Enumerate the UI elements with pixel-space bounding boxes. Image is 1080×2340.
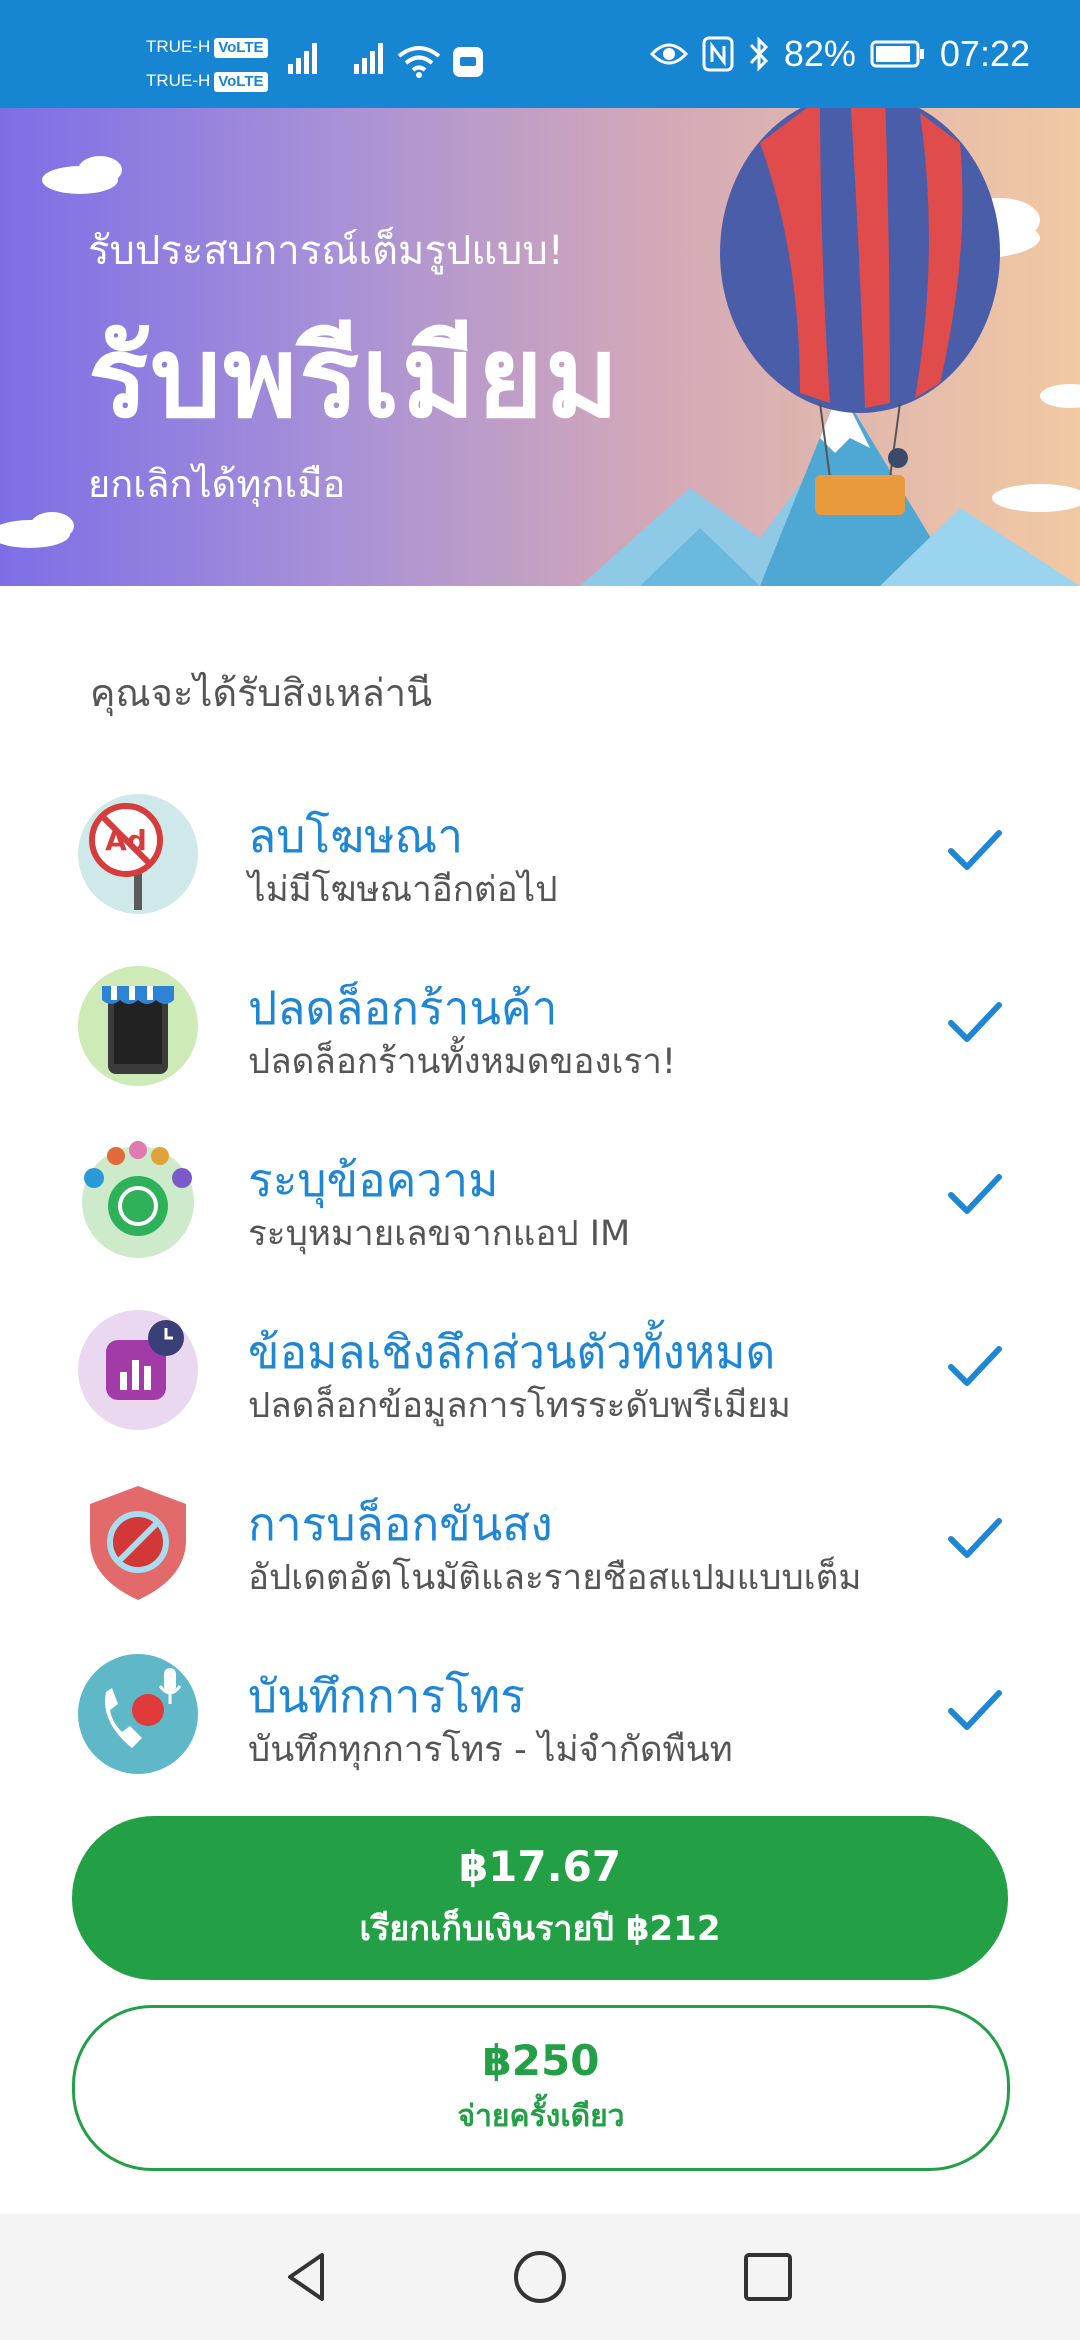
check-icon <box>948 1690 1002 1730</box>
home-icon[interactable] <box>510 2247 570 2307</box>
carrier-1: TRUE-H <box>146 37 211 56</box>
check-icon <box>948 1174 1002 1214</box>
huawei-icon <box>453 47 483 77</box>
feature-item-unlock-store: ปลดล็อกร้านค้า ปลดล็อกร้านทั้งหมดของเรา! <box>0 942 1080 1114</box>
volte-badge-2: VoLTE <box>214 72 268 92</box>
carrier-2: TRUE-H <box>146 71 211 90</box>
benefits-heading: คุณจะได้รับสิงเหล่านี <box>90 671 433 715</box>
check-icon <box>948 1002 1002 1042</box>
feature-desc: บันทึกทุกการโทร - ไม่จำกัดพืนท <box>248 1730 733 1770</box>
no-ads-icon: Ad <box>78 794 198 914</box>
banner-cancel-note: ยกเลิกได้ทุกเมือ <box>88 462 346 506</box>
yearly-price: ฿17.67 <box>458 1841 622 1891</box>
signal-icon-2 <box>354 43 383 74</box>
battery-icon <box>870 40 924 68</box>
signal-icon-1 <box>288 43 317 74</box>
yearly-plan-button[interactable]: ฿17.67 เรียกเก็บเงินรายปี ฿212 <box>72 1816 1008 1980</box>
status-bar: TRUE-H VoLTE TRUE-H VoLTE 82% 07:22 <box>0 0 1080 108</box>
feature-desc: อัปเดตอัตโนมัติและรายชือสแปมแบบเต็ม <box>248 1558 862 1598</box>
one-time-note: จ่ายครั้งเดียว <box>457 2099 625 2134</box>
wifi-icon <box>397 46 441 78</box>
check-icon <box>948 1518 1002 1558</box>
volte-badge-1: VoLTE <box>214 38 268 58</box>
system-nav-bar <box>0 2214 1080 2340</box>
one-time-plan-button[interactable]: ฿250 จ่ายครั้งเดียว <box>72 2005 1010 2171</box>
insights-icon <box>78 1310 198 1430</box>
bluetooth-icon <box>749 36 768 72</box>
feature-desc: ไม่มีโฆษณาอีกต่อไป <box>248 870 558 910</box>
yearly-billing-note: เรียกเก็บเงินรายปี ฿212 <box>359 1908 721 1949</box>
check-icon <box>948 830 1002 870</box>
clock: 07:22 <box>939 33 1030 74</box>
eye-icon <box>649 43 688 65</box>
recents-icon[interactable] <box>738 2247 798 2307</box>
feature-item-advanced-blocking: การบล็อกขันสง อัปเดตอัตโนมัติและรายชือสแ… <box>0 1458 1080 1630</box>
banner-title: รับพรีเมียม <box>88 313 621 443</box>
check-icon <box>948 1346 1002 1386</box>
shield-block-icon <box>90 1486 186 1600</box>
feature-item-insights: ข้อมลเชิงลึกส่วนตัวทั้งหมด ปลดล็อกข้อมูล… <box>0 1286 1080 1458</box>
battery-percent: 82% <box>783 33 856 74</box>
premium-banner: รับประสบการณ์เต็มรูปแบบ! รับพรีเมียม ยกเ… <box>0 108 1080 586</box>
feature-item-remove-ads: Ad ลบโฆษณา ไม่มีโฆษณาอีกต่อไป <box>0 770 1080 942</box>
banner-subtitle: รับประสบการณ์เต็มรูปแบบ! <box>88 228 564 274</box>
nfc-icon <box>702 36 734 72</box>
feature-desc: ระบุหมายเลขจากแอป IM <box>248 1214 631 1254</box>
back-icon[interactable] <box>278 2247 338 2307</box>
feature-desc: ปลดล็อกข้อมูลการโทรระดับพรีเมียม <box>248 1386 791 1426</box>
feature-list[interactable]: Ad ลบโฆษณา ไม่มีโฆษณาอีกต่อไป ปลดล็อกร้า… <box>0 770 1080 1775</box>
feature-item-call-recording: บันทึกการโทร บันทึกทุกการโทร - ไม่จำกัดพ… <box>0 1630 1080 1775</box>
feature-desc: ปลดล็อกร้านทั้งหมดของเรา! <box>248 1042 676 1082</box>
store-icon <box>78 966 198 1086</box>
feature-item-identify-messages: ระบุข้อความ ระบุหมายเลขจากแอป IM <box>0 1114 1080 1286</box>
call-record-icon <box>78 1654 198 1774</box>
carrier-info: TRUE-H VoLTE TRUE-H VoLTE <box>146 30 268 98</box>
messaging-apps-icon <box>82 1141 194 1258</box>
status-right: 82% 07:22 <box>649 0 1030 108</box>
one-time-price: ฿250 <box>482 2036 600 2085</box>
